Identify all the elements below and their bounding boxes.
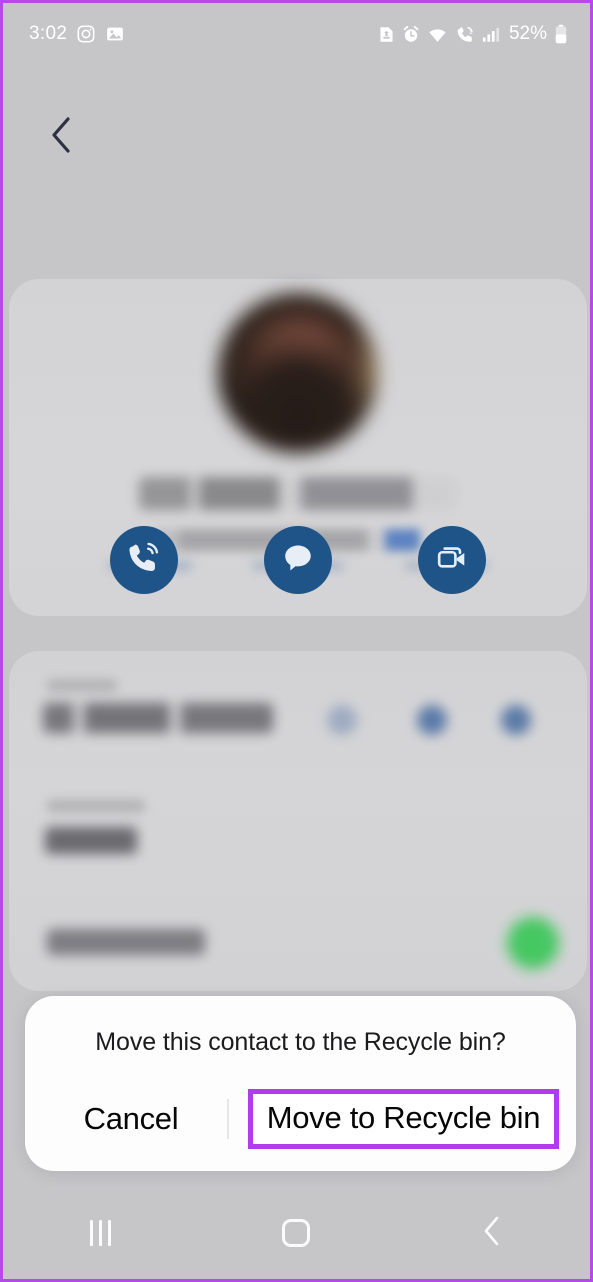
status-bar: 3:02 1 52% (3, 3, 590, 65)
move-to-recycle-bin-button[interactable]: Move to Recycle bin (247, 1089, 560, 1149)
contact-info-card (9, 651, 587, 991)
info-row-label[interactable] (47, 929, 205, 955)
phone-wifi-icon (126, 540, 162, 581)
home-icon (282, 1219, 311, 1247)
row-call-icon[interactable] (501, 705, 531, 735)
row-video-icon[interactable] (327, 705, 357, 735)
wifi-icon (427, 25, 448, 44)
missed-call-icon: 1 (455, 25, 475, 44)
dialog-button-row: Cancel Move to Recycle bin (25, 1088, 576, 1150)
video-camera-icon (435, 541, 469, 580)
recycle-document-icon (378, 25, 395, 44)
speech-bubble-icon (281, 541, 315, 580)
avatar[interactable] (218, 293, 378, 453)
system-navigation-bar (3, 1187, 590, 1279)
status-bar-left: 3:02 (29, 23, 125, 45)
info-row-value[interactable] (45, 827, 137, 854)
alarm-clock-icon (402, 25, 420, 44)
home-button[interactable] (261, 1198, 331, 1268)
recents-button[interactable] (66, 1198, 136, 1268)
info-row-label (47, 799, 145, 813)
battery-icon (554, 24, 568, 44)
quick-action-row (9, 526, 587, 594)
cancel-button[interactable]: Cancel (37, 1101, 225, 1137)
wifi-call-button[interactable] (110, 526, 178, 594)
dialog-message: Move this contact to the Recycle bin? (95, 1028, 506, 1056)
message-button[interactable] (264, 526, 332, 594)
contact-hero-card (9, 279, 587, 616)
confirm-button-container: Move to Recycle bin (231, 1089, 576, 1149)
info-row-value[interactable] (43, 703, 273, 733)
system-back-button[interactable] (457, 1198, 527, 1268)
instagram-icon (76, 24, 96, 44)
confirm-dialog: Move this contact to the Recycle bin? Ca… (25, 996, 576, 1171)
info-row-label (47, 679, 117, 692)
recents-icon (90, 1220, 112, 1246)
battery-percent: 52% (508, 23, 547, 44)
signal-bars-icon (482, 26, 500, 43)
status-bar-right: 1 52% (378, 23, 568, 45)
dialog-divider (227, 1099, 229, 1139)
row-message-icon[interactable] (417, 705, 447, 735)
phone-screen: 3:02 1 52% Move this contact to the Recy… (0, 0, 593, 1282)
whatsapp-icon[interactable] (507, 917, 559, 969)
gallery-icon (105, 24, 125, 44)
chevron-left-icon (481, 1215, 503, 1252)
video-call-button[interactable] (418, 526, 486, 594)
status-time: 3:02 (29, 23, 68, 44)
contact-name (139, 477, 457, 510)
